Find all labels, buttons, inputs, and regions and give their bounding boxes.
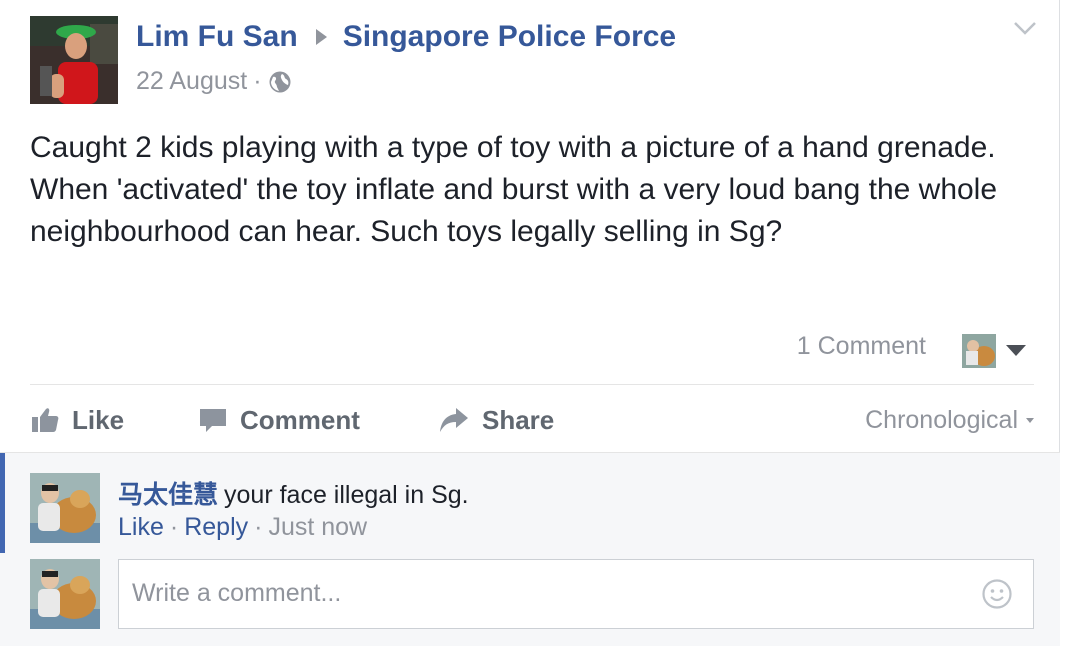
comment-input[interactable]: Write a comment...	[118, 559, 1034, 629]
comment-item: 马太佳慧 your face illegal in Sg. Like · Reply ·…	[0, 453, 1060, 553]
smiley-icon[interactable]	[981, 578, 1013, 610]
like-label: Like	[72, 404, 125, 435]
viewer-avatar	[30, 559, 100, 629]
speech-bubble-icon	[200, 409, 226, 432]
share-arrow-icon	[440, 408, 468, 432]
post-actions: Like Comment Share Chronological	[30, 398, 1034, 442]
post-card: Lim Fu San Singapore Police Force 22 Aug…	[0, 0, 1060, 646]
post-header: Lim Fu San Singapore Police Force 22 Aug…	[30, 16, 1040, 106]
sort-label: Chronological	[865, 406, 1018, 434]
divider	[30, 384, 1034, 385]
share-label: Share	[482, 404, 555, 435]
caret-down-icon[interactable]	[1006, 345, 1026, 356]
thumbs-up-icon	[32, 408, 59, 432]
author-avatar[interactable]	[30, 16, 118, 104]
post-date-link[interactable]: 22 August	[136, 67, 247, 96]
comment-timestamp[interactable]: Just now	[268, 513, 367, 541]
target-page-link[interactable]: Singapore Police Force	[343, 20, 676, 54]
meta-separator: ·	[253, 67, 262, 95]
comment-body: 马太佳慧 your face illegal in Sg.	[118, 475, 469, 511]
caret-down-icon	[1026, 418, 1034, 423]
post-meta: 22 August ·	[136, 67, 292, 96]
comment-text: your face illegal in Sg.	[224, 481, 469, 509]
post-body-text: Caught 2 kids playing with a type of toy…	[30, 131, 998, 248]
comment-sort-dropdown[interactable]: Chronological	[865, 406, 1034, 435]
comment-button[interactable]: Comment	[198, 398, 360, 442]
post-stats-bar: 1 Comment	[30, 330, 1034, 370]
commenter-name-link[interactable]: 马太佳慧	[118, 481, 218, 509]
comment-actions: Like · Reply · Just now	[118, 513, 367, 542]
globe-icon[interactable]	[268, 70, 292, 94]
separator: ·	[169, 513, 179, 541]
commenter-avatar[interactable]	[30, 473, 100, 543]
triangle-right-icon	[315, 29, 327, 45]
comments-section: 马太佳慧 your face illegal in Sg. Like · Reply ·…	[0, 452, 1060, 646]
separator: ·	[254, 513, 263, 541]
viewer-avatar-small[interactable]	[962, 334, 996, 368]
comment-input-placeholder: Write a comment...	[132, 579, 342, 607]
chevron-down-icon[interactable]	[1012, 18, 1038, 38]
post-title: Lim Fu San Singapore Police Force	[136, 20, 676, 54]
comment-like-link[interactable]: Like	[118, 513, 164, 541]
author-name-link[interactable]: Lim Fu San	[136, 20, 298, 54]
comment-count-link[interactable]: 1 Comment	[797, 332, 926, 361]
like-button[interactable]: Like	[30, 398, 124, 442]
comment-reply-link[interactable]: Reply	[184, 513, 248, 541]
comment-label: Comment	[240, 404, 360, 435]
share-button[interactable]: Share	[438, 398, 554, 442]
